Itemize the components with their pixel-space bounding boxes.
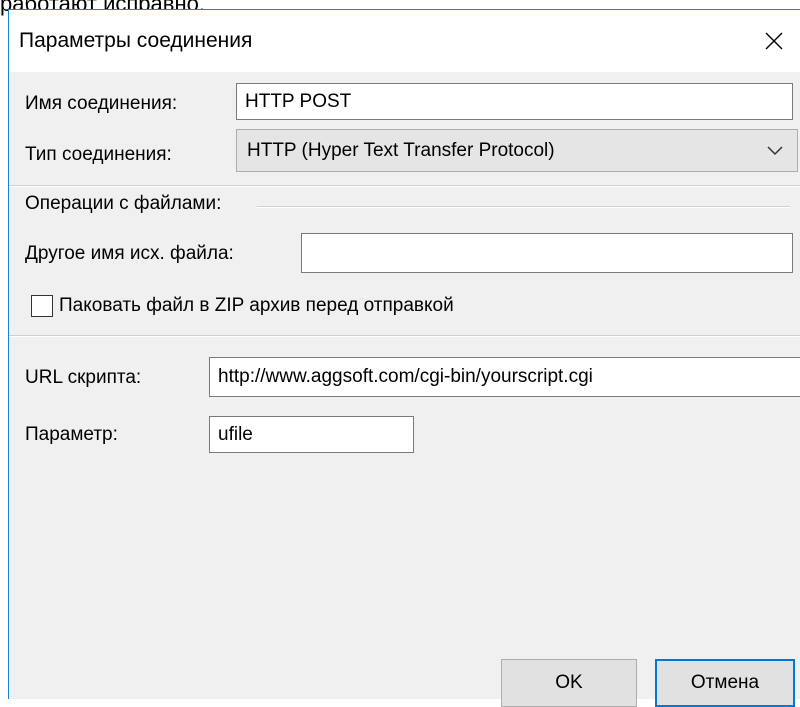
separator — [9, 185, 800, 187]
cancel-button[interactable]: Отмена — [655, 659, 795, 707]
group-separator — [257, 206, 790, 208]
ok-button[interactable]: OK — [501, 659, 637, 707]
file-ops-group-label: Операции с файлами: — [25, 193, 222, 214]
zip-checkbox-label[interactable]: Паковать файл в ZIP архив перед отправко… — [59, 295, 454, 317]
script-url-input[interactable] — [209, 357, 800, 397]
script-url-label: URL скрипта: — [25, 367, 142, 388]
connection-name-input[interactable] — [236, 83, 793, 120]
connection-settings-dialog: Параметры соединения Имя соединения: Тип… — [8, 9, 800, 707]
separator — [9, 335, 800, 337]
close-button[interactable] — [748, 16, 800, 66]
connection-name-label: Имя соединения: — [25, 93, 178, 114]
connection-type-value: HTTP (Hyper Text Transfer Protocol) — [247, 139, 555, 161]
connection-type-label: Тип соединения: — [25, 144, 172, 165]
connection-type-select[interactable]: HTTP (Hyper Text Transfer Protocol) — [236, 129, 798, 172]
alt-filename-label: Другое имя исх. файла: — [25, 243, 234, 264]
chevron-down-icon — [767, 145, 783, 155]
dialog-titlebar: Параметры соединения — [9, 10, 800, 72]
zip-checkbox[interactable] — [31, 295, 53, 317]
dialog-title: Параметры соединения — [19, 29, 253, 52]
alt-filename-input[interactable] — [301, 233, 793, 273]
param-input[interactable] — [209, 416, 414, 453]
param-label: Параметр: — [25, 424, 118, 445]
close-icon — [765, 32, 783, 50]
